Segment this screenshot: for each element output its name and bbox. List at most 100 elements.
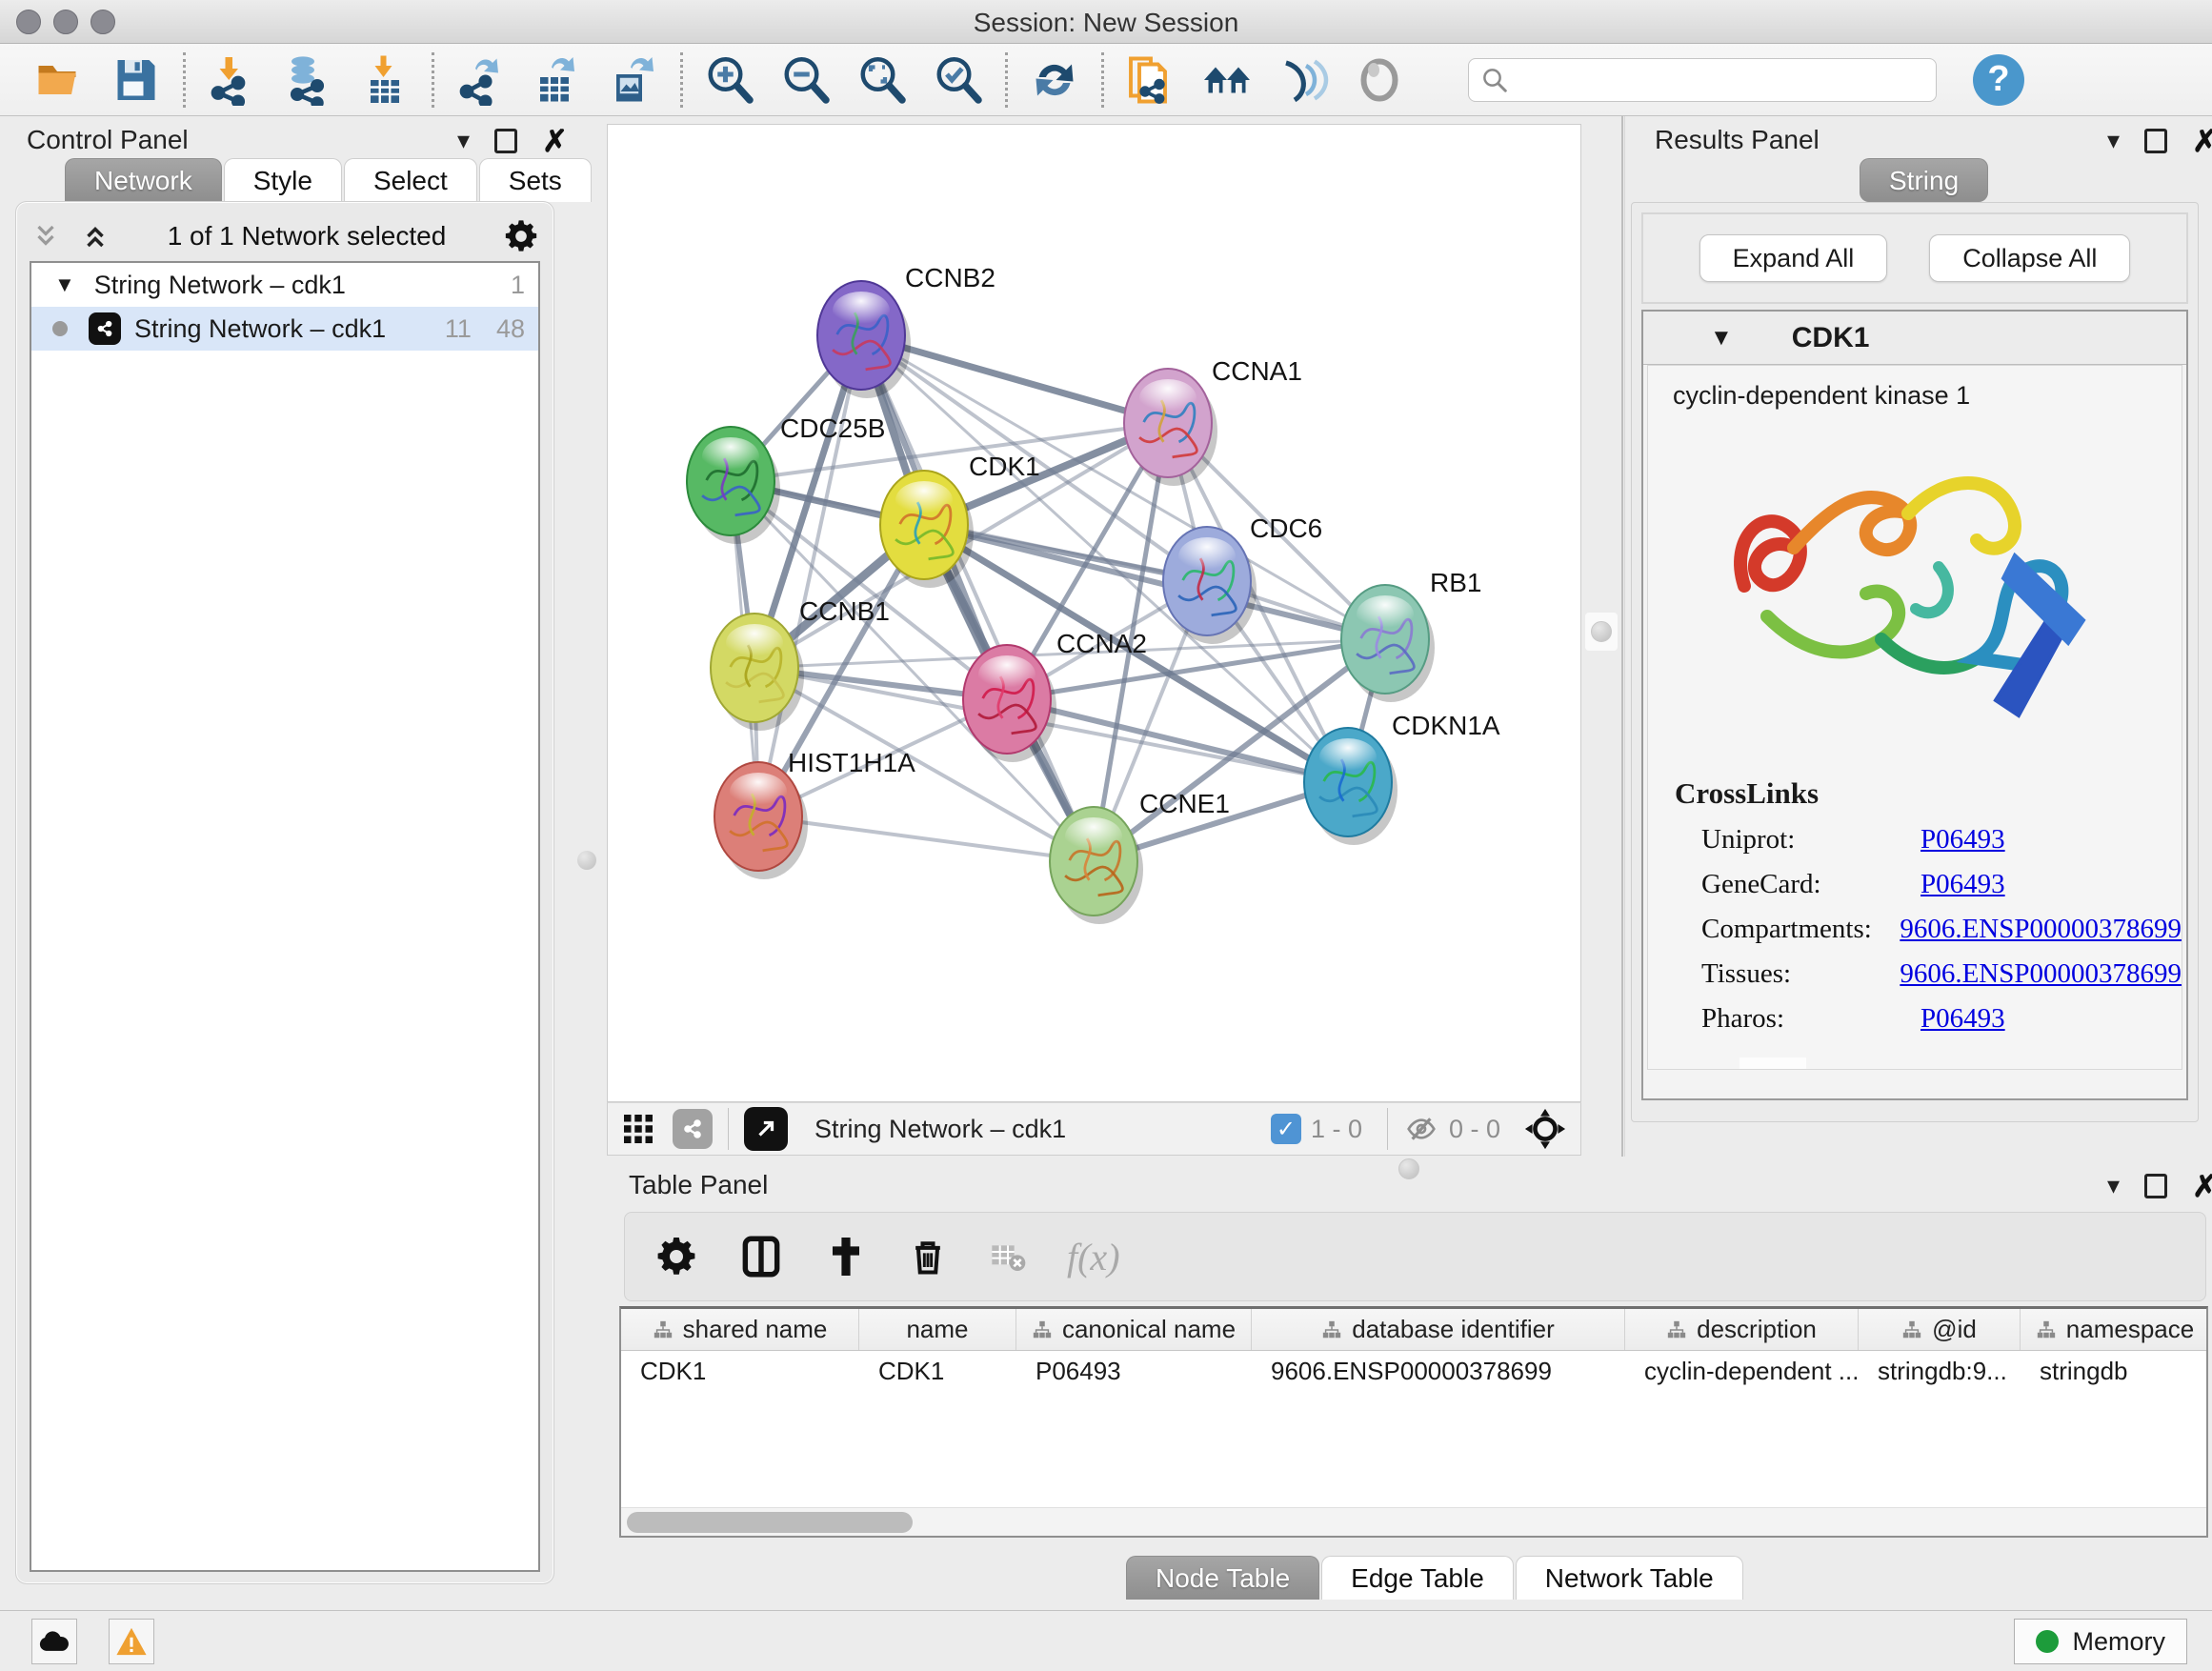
- tab-string[interactable]: String: [1860, 158, 1988, 202]
- tab-network-table[interactable]: Network Table: [1516, 1556, 1743, 1600]
- gene-collapse-caret-icon[interactable]: ▼: [1710, 325, 1733, 352]
- tab-style[interactable]: Style: [224, 158, 342, 202]
- export-image-icon[interactable]: [608, 54, 659, 106]
- left-splitter-handle[interactable]: [577, 851, 596, 870]
- network-collection-row[interactable]: ▼ String Network – cdk1 1: [31, 263, 538, 307]
- tab-select[interactable]: Select: [344, 158, 477, 202]
- horizontal-splitter-handle[interactable]: [1398, 1158, 1419, 1179]
- birds-eye-view-icon[interactable]: [1523, 1107, 1567, 1151]
- network-edge[interactable]: [758, 816, 1094, 861]
- table-options-gear-icon[interactable]: [654, 1234, 699, 1279]
- show-columns-icon[interactable]: [737, 1233, 785, 1280]
- panel-close-icon[interactable]: ✗: [542, 129, 568, 153]
- tree-expand-caret-icon[interactable]: ▼: [54, 272, 75, 297]
- expand-all-button[interactable]: Expand All: [1699, 234, 1888, 282]
- column-header-database-identifier[interactable]: database identifier: [1252, 1309, 1625, 1350]
- warnings-button[interactable]: [109, 1619, 154, 1664]
- grid-view-icon[interactable]: [621, 1112, 655, 1146]
- gene-header-row[interactable]: ▼ CDK1: [1643, 312, 2186, 365]
- crosslink-link[interactable]: P06493: [1920, 869, 2005, 900]
- memory-status-dot: [2036, 1630, 2059, 1653]
- zoom-selected-icon[interactable]: [933, 54, 984, 106]
- crosslink-link[interactable]: P06493: [1920, 824, 2005, 856]
- table-cell[interactable]: P06493: [1016, 1351, 1252, 1393]
- panel-close-icon[interactable]: ✗: [2192, 129, 2212, 153]
- table-cell[interactable]: 9606.ENSP00000378699: [1252, 1351, 1625, 1393]
- collapse-all-chevrons-icon[interactable]: [79, 222, 111, 251]
- import-network-file-icon[interactable]: [207, 54, 258, 106]
- delete-column-icon[interactable]: [907, 1234, 949, 1279]
- table-cell[interactable]: CDK1: [621, 1351, 859, 1393]
- tab-network[interactable]: Network: [65, 158, 222, 202]
- column-header-shared-name[interactable]: shared name: [621, 1309, 859, 1350]
- network-edge[interactable]: [758, 335, 861, 816]
- share-document-icon[interactable]: [1125, 54, 1176, 106]
- network-edge[interactable]: [861, 335, 1094, 861]
- panel-float-icon[interactable]: [494, 129, 517, 153]
- panel-float-icon[interactable]: [2144, 129, 2167, 153]
- network-canvas[interactable]: CCNB2CCNA1CDC25BCDK1CDC6RB1CCNB1CCNA2CDK…: [607, 124, 1581, 1102]
- panel-menu-caret-icon[interactable]: ▾: [2107, 126, 2120, 155]
- export-table-icon[interactable]: [532, 54, 583, 106]
- search-input[interactable]: [1509, 65, 1909, 94]
- export-network-icon[interactable]: [455, 54, 507, 106]
- table-cell[interactable]: stringdb:9...: [1859, 1351, 2021, 1393]
- collapse-all-button[interactable]: Collapse All: [1929, 234, 2130, 282]
- crosslink-link[interactable]: P06493: [1920, 1003, 2005, 1035]
- tab-sets[interactable]: Sets: [479, 158, 592, 202]
- column-header-name[interactable]: name: [859, 1309, 1016, 1350]
- import-table-icon[interactable]: [359, 54, 411, 106]
- splitter-handle-dot[interactable]: [1591, 621, 1612, 642]
- vertical-splitter[interactable]: [1581, 116, 1621, 1157]
- search-box[interactable]: [1468, 58, 1937, 102]
- column-header-namespace[interactable]: namespace: [2021, 1309, 2208, 1350]
- selected-counts: 1 - 0: [1311, 1115, 1362, 1144]
- table-cell[interactable]: CDK1: [859, 1351, 1016, 1393]
- expand-all-chevrons-icon[interactable]: [30, 222, 62, 251]
- cloud-status-button[interactable]: [31, 1619, 77, 1664]
- zoom-out-icon[interactable]: [780, 54, 832, 106]
- crosslink-link[interactable]: 9606.ENSP00000378699: [1900, 914, 2182, 945]
- panel-close-icon[interactable]: ✗: [2192, 1174, 2212, 1198]
- table-horizontal-scrollbar[interactable]: [621, 1507, 2206, 1536]
- column-header-canonical-name[interactable]: canonical name: [1016, 1309, 1252, 1350]
- save-session-icon[interactable]: [111, 54, 162, 106]
- network-node-rb1[interactable]: RB1: [1341, 568, 1481, 702]
- home-network-icon[interactable]: [1201, 54, 1253, 106]
- panel-menu-caret-icon[interactable]: ▾: [2107, 1171, 2120, 1200]
- tab-edge-table[interactable]: Edge Table: [1321, 1556, 1514, 1600]
- hidden-eye-icon[interactable]: [1403, 1114, 1439, 1144]
- memory-button[interactable]: Memory: [2014, 1619, 2187, 1664]
- import-network-database-icon[interactable]: [283, 54, 334, 106]
- cytoscape-window: Session: New Session: [0, 0, 2212, 1671]
- column-header-description[interactable]: description: [1625, 1309, 1859, 1350]
- network-node-hist1h1a[interactable]: HIST1H1A: [714, 748, 915, 879]
- tab-node-table[interactable]: Node Table: [1126, 1556, 1319, 1600]
- network-row[interactable]: String Network – cdk1 11 48: [31, 307, 538, 351]
- column-header--id[interactable]: @id: [1859, 1309, 2021, 1350]
- network-options-gear-icon[interactable]: [502, 217, 540, 255]
- help-icon[interactable]: ?: [1973, 54, 2024, 106]
- open-in-window-icon[interactable]: [744, 1107, 788, 1151]
- table-row[interactable]: CDK1CDK1P064939606.ENSP00000378699cyclin…: [621, 1351, 2206, 1393]
- open-session-icon[interactable]: [34, 54, 86, 106]
- scrollbar-thumb[interactable]: [627, 1512, 913, 1533]
- table-header-row: shared namenamecanonical namedatabase id…: [621, 1309, 2206, 1351]
- table-cell[interactable]: stringdb: [2021, 1351, 2208, 1393]
- selected-checkbox-icon[interactable]: ✓: [1271, 1114, 1301, 1144]
- string-style-icon[interactable]: [673, 1109, 713, 1149]
- add-column-icon[interactable]: [823, 1234, 869, 1279]
- crosslink-link[interactable]: 9606.ENSP00000378699: [1900, 958, 2182, 990]
- network-node-cdkn1a[interactable]: CDKN1A: [1304, 711, 1500, 845]
- zoom-fit-icon[interactable]: [856, 54, 908, 106]
- zoom-in-icon[interactable]: [704, 54, 755, 106]
- panel-float-icon[interactable]: [2144, 1174, 2167, 1198]
- panel-menu-caret-icon[interactable]: ▾: [457, 126, 470, 155]
- hide-glass-eye-icon[interactable]: [1277, 54, 1329, 106]
- network-node-ccne1[interactable]: CCNE1: [1050, 789, 1230, 924]
- node-table[interactable]: shared namenamecanonical namedatabase id…: [619, 1306, 2208, 1538]
- sphere-eye-icon[interactable]: [1354, 54, 1405, 106]
- refresh-icon[interactable]: [1029, 54, 1080, 106]
- table-cell[interactable]: cyclin-dependent ...: [1625, 1351, 1859, 1393]
- network-node-cdc6[interactable]: CDC6: [1163, 513, 1322, 644]
